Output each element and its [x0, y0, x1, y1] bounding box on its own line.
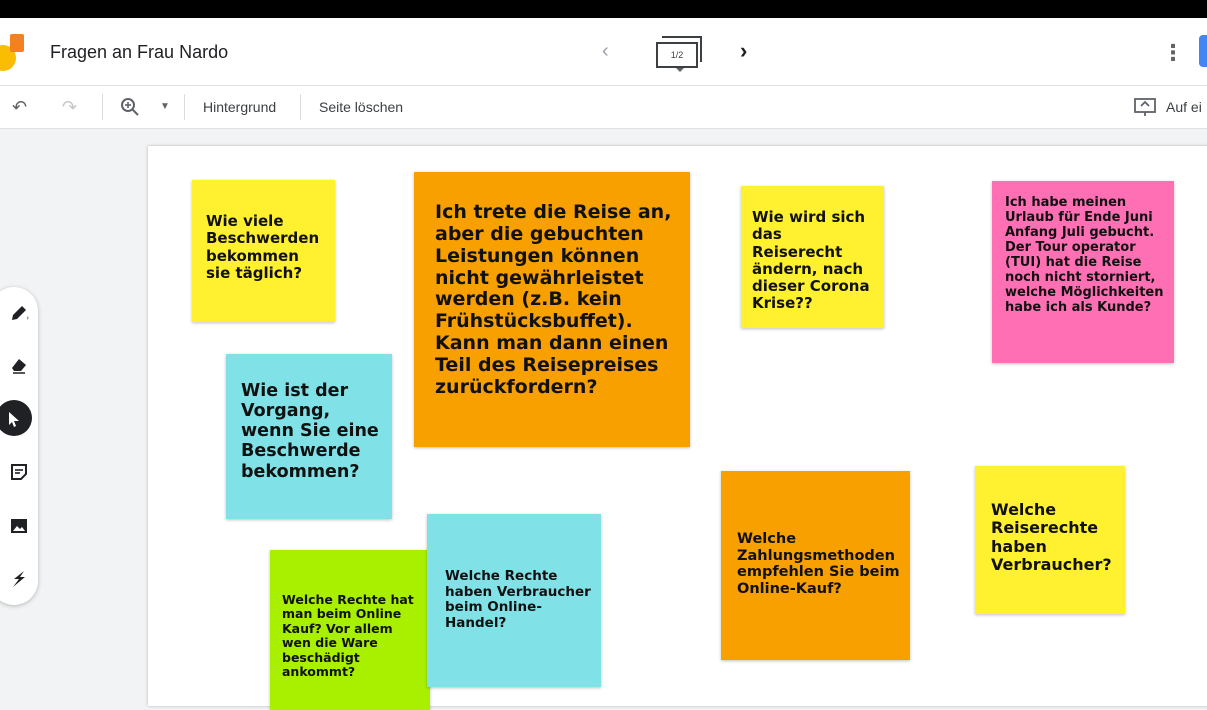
toolbar: ↶ ↷ ▼ Hintergrund Seite löschen Auf ei: [0, 86, 1207, 129]
sticky-note-text: Welche Rechte haben Verbraucher beim Onl…: [445, 568, 591, 631]
redo-icon[interactable]: ↷: [62, 86, 77, 128]
more-options-icon[interactable]: ⋮: [1162, 40, 1184, 66]
undo-icon[interactable]: ↶: [12, 86, 27, 128]
jamboard-logo: [0, 34, 26, 71]
sticky-note-text: Wie wird sich das Reiserecht ändern, nac…: [752, 208, 870, 313]
share-button[interactable]: [1199, 35, 1207, 67]
sticky-note[interactable]: Wie wird sich das Reiserecht ändern, nac…: [741, 186, 884, 328]
sticky-note[interactable]: Welche Zahlungsmethoden empfehlen Sie be…: [721, 471, 910, 660]
image-icon[interactable]: [0, 506, 38, 544]
sticky-note[interactable]: Welche Rechte haben Verbraucher beim Onl…: [427, 514, 601, 687]
sticky-note-icon[interactable]: [0, 452, 38, 490]
sticky-note[interactable]: Welche Rechte hat man beim Online Kauf? …: [270, 550, 430, 710]
previous-frame-button[interactable]: ‹: [602, 40, 609, 63]
sticky-note-text: Welche Zahlungsmethoden empfehlen Sie be…: [737, 531, 900, 598]
eraser-icon[interactable]: [0, 345, 38, 383]
sticky-note-text: Welche Reiserechte haben Verbraucher?: [991, 500, 1112, 575]
tool-rail: [0, 287, 38, 605]
app-header: Fragen an Frau Nardo ‹ 1/2 › ⋮: [0, 18, 1207, 86]
zoom-icon[interactable]: [120, 86, 140, 128]
zoom-dropdown-icon[interactable]: ▼: [160, 86, 170, 128]
select-icon[interactable]: [0, 400, 32, 436]
sticky-note[interactable]: Welche Reiserechte haben Verbraucher?: [975, 466, 1125, 614]
sticky-note[interactable]: Ich habe meinen Urlaub für Ende Juni Anf…: [992, 181, 1174, 363]
sticky-note-text: Wie viele Beschwerden bekommen sie tägli…: [206, 212, 320, 282]
laser-icon[interactable]: [0, 559, 38, 597]
present-button[interactable]: Auf ei: [1166, 86, 1202, 128]
sticky-note[interactable]: Ich trete die Reise an, aber die gebucht…: [414, 172, 690, 447]
sticky-note-text: Ich trete die Reise an, aber die gebucht…: [435, 201, 672, 398]
next-frame-button[interactable]: ›: [740, 38, 747, 64]
sticky-note-text: Ich habe meinen Urlaub für Ende Juni Anf…: [1005, 195, 1164, 315]
sticky-note-text: Welche Rechte hat man beim Online Kauf? …: [282, 592, 414, 679]
sticky-note-text: Wie ist der Vorgang, wenn Sie eine Besch…: [241, 381, 379, 482]
background-button[interactable]: Hintergrund: [203, 86, 276, 128]
sticky-note[interactable]: Wie viele Beschwerden bekommen sie tägli…: [192, 180, 335, 322]
pen-icon[interactable]: [0, 293, 38, 331]
frame-counter: 1/2: [656, 42, 698, 68]
top-black-bar: [0, 0, 1207, 18]
present-icon[interactable]: [1134, 86, 1156, 128]
chevron-down-icon: [676, 68, 684, 72]
sticky-note[interactable]: Wie ist der Vorgang, wenn Sie eine Besch…: [226, 354, 392, 519]
delete-frame-button[interactable]: Seite löschen: [319, 86, 403, 128]
frame-indicator[interactable]: 1/2: [656, 36, 702, 72]
document-title[interactable]: Fragen an Frau Nardo: [50, 42, 228, 63]
